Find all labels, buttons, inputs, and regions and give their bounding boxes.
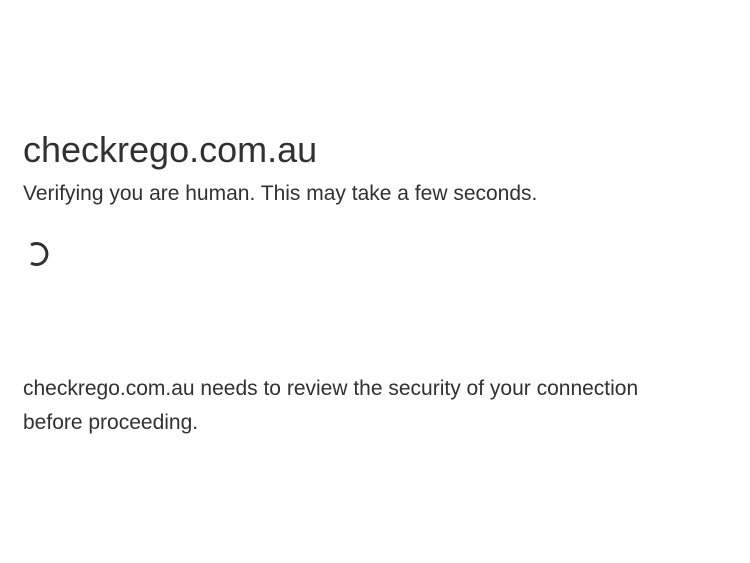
page-title: checkrego.com.au	[23, 129, 318, 170]
spinner-icon	[25, 240, 51, 268]
security-review-text: checkrego.com.au needs to review the sec…	[23, 377, 639, 434]
verification-status-text: Verifying you are human. This may take a…	[23, 182, 538, 205]
